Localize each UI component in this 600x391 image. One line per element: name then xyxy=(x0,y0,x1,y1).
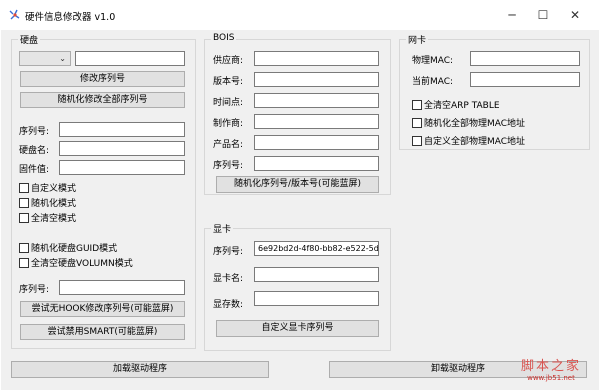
clear-volumn-label: 全清空硬盘VOLUMN模式 xyxy=(31,259,133,269)
watermark-main: 脚本之家 xyxy=(520,359,581,374)
physical-mac-field[interactable] xyxy=(470,51,580,66)
clear-arp-checkbox[interactable]: 全清空ARP TABLE xyxy=(412,98,500,111)
firmware-field[interactable] xyxy=(59,160,185,175)
minimize-icon: ─ xyxy=(508,8,516,22)
checkbox-icon xyxy=(19,182,29,193)
close-icon: ✕ xyxy=(569,8,581,22)
client-area: 硬盘 ⌄ 修改序列号 随机化修改全部序列号 序列号: 硬盘名: 固件值: 自定义… xyxy=(1,30,599,390)
randomize-mac-checkbox[interactable]: 随机化全部物理MAC地址 xyxy=(412,116,525,129)
gpu-serial-label: 序列号: xyxy=(213,247,244,257)
disk-serial2-field[interactable] xyxy=(59,280,185,295)
manufacturer-field[interactable] xyxy=(254,114,379,129)
product-label: 产品名: xyxy=(213,140,244,150)
title-bar: 硬件信息修改器 v1.0 ─ ☐ ✕ xyxy=(0,0,600,30)
checkbox-icon xyxy=(412,117,422,128)
random-mode-checkbox[interactable]: 随机化模式 xyxy=(19,196,76,209)
custom-mac-checkbox[interactable]: 自定义全部物理MAC地址 xyxy=(412,134,525,147)
checkbox-icon xyxy=(19,212,29,223)
current-mac-label: 当前MAC: xyxy=(412,77,454,87)
app-icon xyxy=(9,9,21,21)
try-nohook-button[interactable]: 尝试无HOOK修改序列号(可能蓝屏) xyxy=(20,301,185,317)
disk-serial-field[interactable] xyxy=(59,122,185,137)
nic-group-title: 网卡 xyxy=(406,33,429,46)
maximize-button[interactable]: ☐ xyxy=(528,3,558,27)
custom-gpu-serial-button[interactable]: 自定义显卡序列号 xyxy=(216,320,379,337)
clear-volumn-checkbox[interactable]: 全清空硬盘VOLUMN模式 xyxy=(19,256,133,269)
product-field[interactable] xyxy=(254,135,379,150)
checkbox-icon xyxy=(19,257,29,268)
clear-arp-label: 全清空ARP TABLE xyxy=(424,101,500,111)
maximize-icon: ☐ xyxy=(537,8,549,22)
disk-name-label: 硬盘名: xyxy=(19,146,50,156)
vendor-field[interactable] xyxy=(254,51,379,66)
bios-serial-label: 序列号: xyxy=(213,161,244,171)
watermark-logo: 脚本之家 www.jb51.net xyxy=(521,355,581,382)
bios-group-title: BOIS xyxy=(211,33,237,43)
version-label: 版本号: xyxy=(213,77,244,87)
randomize-mac-label: 随机化全部物理MAC地址 xyxy=(424,119,526,129)
clear-mode-checkbox[interactable]: 全清空模式 xyxy=(19,211,76,224)
disk-group: 硬盘 ⌄ 修改序列号 随机化修改全部序列号 序列号: 硬盘名: 固件值: 自定义… xyxy=(11,33,196,349)
gpu-group: 显卡 序列号: 6e92bd2d-4f80-bb82-e522-5dc19a 显… xyxy=(204,222,391,351)
nic-group: 网卡 物理MAC: 当前MAC: 全清空ARP TABLE 随机化全部物理MAC… xyxy=(399,33,590,150)
chevron-down-icon: ⌄ xyxy=(59,54,66,63)
disk-serial-label: 序列号: xyxy=(19,127,50,137)
gpu-memory-label: 显存数: xyxy=(213,300,244,310)
manufacturer-label: 制作商: xyxy=(213,119,244,129)
checkbox-icon xyxy=(412,99,422,110)
gpu-name-label: 显卡名: xyxy=(213,274,244,284)
random-guid-checkbox[interactable]: 随机化硬盘GUID模式 xyxy=(19,241,117,254)
random-mode-label: 随机化模式 xyxy=(31,199,77,209)
checkbox-icon xyxy=(412,135,422,146)
watermark-url: www.jb51.net xyxy=(527,374,575,382)
time-label: 时间点: xyxy=(213,98,244,108)
gpu-name-field[interactable] xyxy=(254,267,379,282)
vendor-label: 供应商: xyxy=(213,56,244,66)
disk-serial2-label: 序列号: xyxy=(19,285,50,295)
load-driver-button[interactable]: 加载驱动程序 xyxy=(11,361,269,378)
disk-select[interactable]: ⌄ xyxy=(19,51,71,66)
disk-group-title: 硬盘 xyxy=(18,33,41,46)
random-guid-label: 随机化硬盘GUID模式 xyxy=(31,244,118,254)
clear-mode-label: 全清空模式 xyxy=(31,214,77,224)
gpu-memory-field[interactable] xyxy=(254,291,379,306)
custom-mode-label: 自定义模式 xyxy=(31,184,77,194)
firmware-label: 固件值: xyxy=(19,165,50,175)
time-field[interactable] xyxy=(254,93,379,108)
disk-name-field[interactable] xyxy=(59,141,185,156)
version-field[interactable] xyxy=(254,72,379,87)
modify-serial-button[interactable]: 修改序列号 xyxy=(20,71,185,87)
disk-combo-input[interactable] xyxy=(75,51,185,66)
bios-group: BOIS 供应商: 版本号: 时间点: 制作商: 产品名: 序列号: 随机化序列… xyxy=(204,33,391,195)
randomize-bios-button[interactable]: 随机化序列号/版本号(可能蓝屏) xyxy=(216,176,379,193)
close-button[interactable]: ✕ xyxy=(560,3,590,27)
bios-serial-field[interactable] xyxy=(254,156,379,171)
window-title: 硬件信息修改器 v1.0 xyxy=(25,12,116,23)
custom-mac-label: 自定义全部物理MAC地址 xyxy=(424,137,526,147)
randomize-all-serial-button[interactable]: 随机化修改全部序列号 xyxy=(20,92,185,108)
custom-mode-checkbox[interactable]: 自定义模式 xyxy=(19,181,76,194)
physical-mac-label: 物理MAC: xyxy=(412,56,454,66)
checkbox-icon xyxy=(19,197,29,208)
checkbox-icon xyxy=(19,242,29,253)
gpu-serial-field[interactable]: 6e92bd2d-4f80-bb82-e522-5dc19a xyxy=(254,241,379,256)
minimize-button[interactable]: ─ xyxy=(497,3,527,27)
gpu-group-title: 显卡 xyxy=(211,222,234,235)
current-mac-field[interactable] xyxy=(470,72,580,87)
try-disable-smart-button[interactable]: 尝试禁用SMART(可能蓝屏) xyxy=(20,324,185,340)
